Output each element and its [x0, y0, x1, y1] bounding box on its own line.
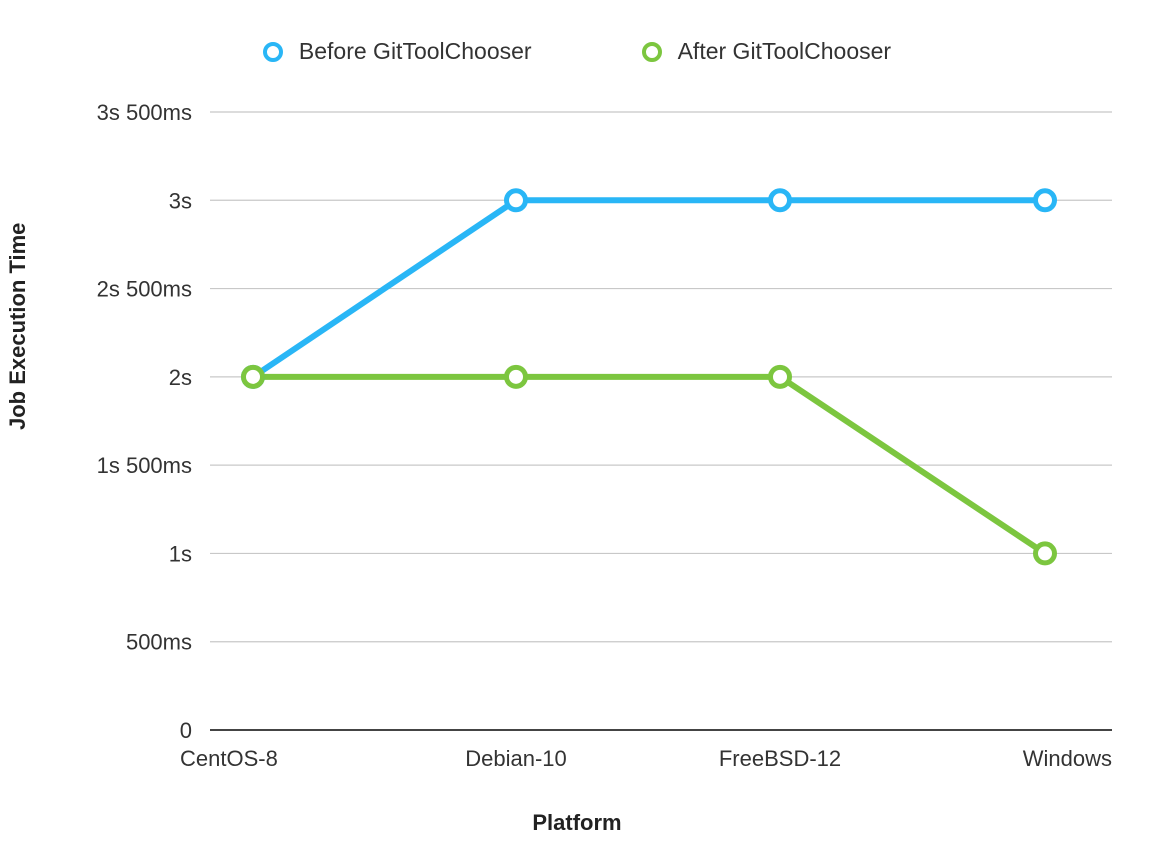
chart-root: Before GitToolChooser After GitToolChoos…: [0, 0, 1154, 858]
series-marker: [1036, 544, 1055, 563]
series-marker: [771, 191, 790, 210]
x-tick-label: Debian-10: [465, 746, 567, 771]
legend-marker-before: [263, 42, 283, 62]
legend-item-before: Before GitToolChooser: [263, 38, 532, 65]
legend-item-after: After GitToolChooser: [642, 38, 891, 65]
series-marker: [771, 367, 790, 386]
x-axis-title: Platform: [0, 810, 1154, 836]
x-tick-label: Windows: [1023, 746, 1112, 771]
legend-label-before: Before GitToolChooser: [299, 38, 532, 65]
y-tick-label: 500ms: [126, 630, 192, 655]
legend: Before GitToolChooser After GitToolChoos…: [0, 38, 1154, 65]
y-axis-title: Job Execution Time: [5, 223, 31, 430]
series-marker: [507, 367, 526, 386]
y-tick-label: 1s: [169, 541, 192, 566]
series-marker: [1036, 191, 1055, 210]
legend-marker-after: [642, 42, 662, 62]
y-tick-label: 0: [180, 718, 192, 743]
plot-area: 0 500ms 1s 1s 500ms 2s 2s 500ms 3s 3s 500ms Cent…: [0, 0, 1154, 858]
x-tick-label: FreeBSD-12: [719, 746, 841, 771]
y-tick-label: 1s 500ms: [97, 453, 192, 478]
series-marker: [244, 367, 263, 386]
y-tick-label: 2s 500ms: [97, 277, 192, 302]
legend-label-after: After GitToolChooser: [678, 38, 891, 65]
y-tick-label: 3s 500ms: [97, 100, 192, 125]
y-tick-label: 2s: [169, 365, 192, 390]
x-tick-label: CentOS-8: [180, 746, 278, 771]
series-marker: [507, 191, 526, 210]
y-tick-label: 3s: [169, 188, 192, 213]
